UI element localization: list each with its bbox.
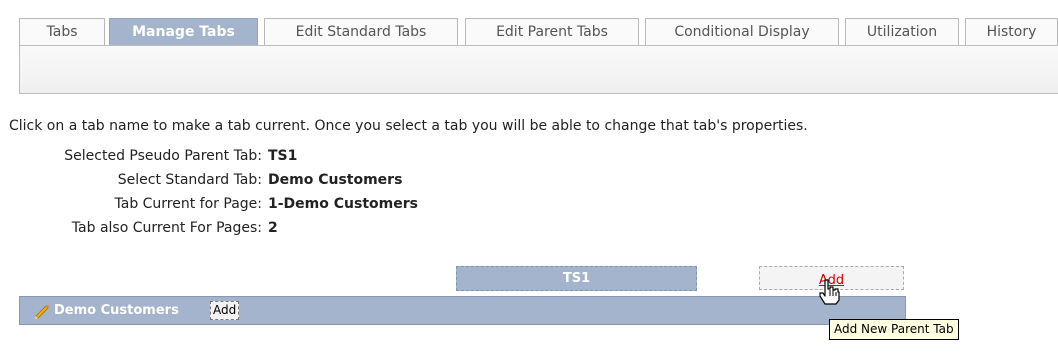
tab-edit-parent-tabs[interactable]: Edit Parent Tabs	[465, 18, 639, 45]
tab-conditional-display[interactable]: Conditional Display	[645, 18, 839, 45]
info-tab-also-current-pages: Tab also Current For Pages: 2	[0, 220, 600, 240]
add-standard-tab-button[interactable]: Add	[210, 301, 240, 320]
tab-history[interactable]: History	[965, 18, 1058, 45]
tab-edit-standard-tabs[interactable]: Edit Standard Tabs	[264, 18, 458, 45]
info-tab-current-for-page: Tab Current for Page: 1-Demo Customers	[0, 196, 600, 216]
parent-tab-ts1[interactable]: TS1	[456, 266, 697, 291]
info-label: Selected Pseudo Parent Tab:	[64, 148, 262, 164]
info-value: TS1	[268, 148, 298, 164]
tab-manage-tabs[interactable]: Manage Tabs	[109, 18, 258, 45]
standard-tabs-strip: Demo Customers Add	[19, 296, 906, 325]
info-select-standard-tab: Select Standard Tab: Demo Customers	[0, 172, 600, 192]
hand-cursor-icon	[819, 279, 840, 305]
info-label: Select Standard Tab:	[117, 172, 262, 188]
info-value: Demo Customers	[268, 172, 403, 188]
standard-tab-demo-customers[interactable]: Demo Customers	[54, 303, 179, 318]
info-value: 1-Demo Customers	[268, 196, 418, 212]
info-selected-parent-tab: Selected Pseudo Parent Tab: TS1	[0, 148, 600, 168]
info-label: Tab also Current For Pages:	[71, 220, 262, 236]
tooltip: Add New Parent Tab	[829, 319, 959, 340]
tab-bar: Tabs Manage Tabs Edit Standard Tabs Edit…	[19, 18, 1058, 46]
pencil-icon	[34, 304, 50, 319]
tab-utilization[interactable]: Utilization	[845, 18, 959, 45]
info-label: Tab Current for Page:	[114, 196, 263, 212]
instructions-text: Click on a tab name to make a tab curren…	[9, 118, 808, 134]
info-value: 2	[268, 220, 278, 236]
tab-tabs[interactable]: Tabs	[19, 18, 105, 45]
sub-tab-bar	[19, 45, 1058, 94]
